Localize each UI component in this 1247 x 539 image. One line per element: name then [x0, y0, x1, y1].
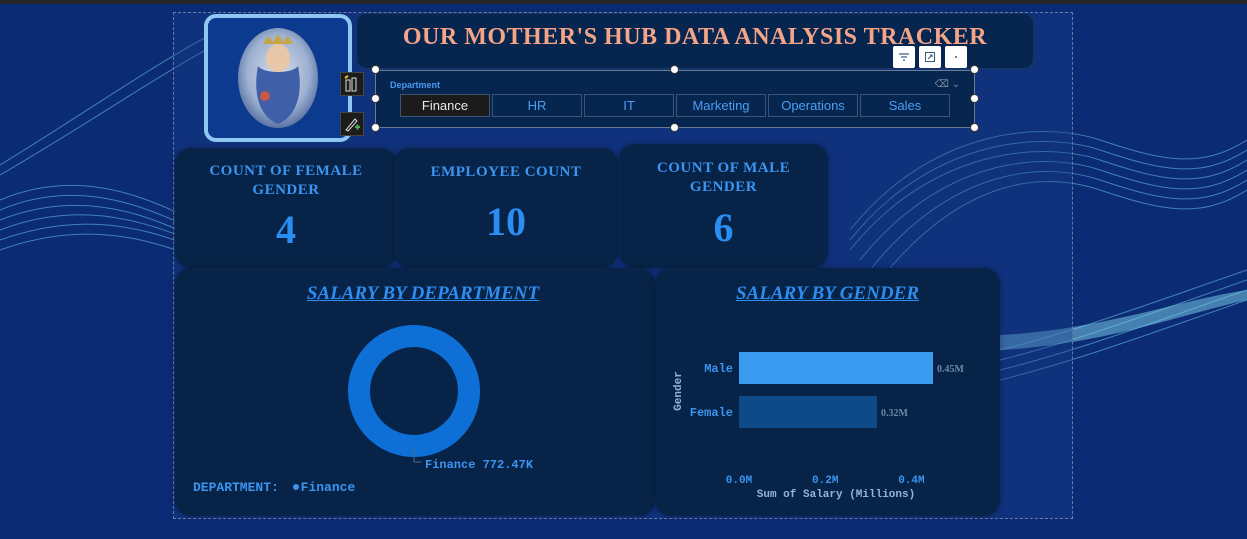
visual-header-icons: [893, 46, 967, 68]
kpi-label: EMPLOYEE COUNT: [430, 164, 582, 180]
donut-slice-label: Finance 772.47K: [425, 458, 534, 472]
kpi-value: 10: [486, 199, 526, 244]
resize-handle[interactable]: [970, 94, 979, 103]
resize-handle[interactable]: [670, 123, 679, 132]
slicer-option-operations[interactable]: Operations: [768, 94, 858, 117]
bar-female[interactable]: [739, 396, 877, 428]
department-slicer: Department ⌫ ⌄ Finance HR IT Marketing O…: [375, 70, 975, 128]
x-tick-label: 0.0M: [726, 475, 753, 487]
kpi-value: 4: [276, 207, 296, 252]
slicer-option-sales[interactable]: Sales: [860, 94, 950, 117]
resize-handle[interactable]: [970, 65, 979, 74]
resize-handle[interactable]: [670, 65, 679, 74]
eraser-icon[interactable]: ⌫: [935, 79, 949, 90]
salary-by-department-card: SALARY BY DEPARTMENT Finance 772.47K DEP…: [175, 268, 655, 516]
category-label: Female: [690, 406, 733, 420]
legend-item-label: Finance: [300, 480, 356, 495]
kpi-value: 6: [713, 205, 734, 250]
resize-handle[interactable]: [371, 65, 380, 74]
y-axis-title: Gender: [673, 371, 685, 411]
x-tick-label: 0.4M: [898, 475, 925, 487]
x-tick-label: 0.2M: [812, 475, 839, 487]
slicer-option-finance[interactable]: Finance: [400, 94, 490, 117]
x-axis-title: Sum of Salary (Millions): [757, 489, 915, 501]
legend-item-finance[interactable]: Finance: [292, 480, 356, 495]
slicer-label: Department: [390, 80, 441, 90]
donut-slice-finance[interactable]: [348, 325, 480, 457]
resize-handle[interactable]: [970, 123, 979, 132]
slicer-option-it[interactable]: IT: [584, 94, 674, 117]
kpi-card-employee: EMPLOYEE COUNT 10: [394, 148, 618, 268]
resize-handle[interactable]: [371, 123, 380, 132]
format-brush-icon[interactable]: [340, 112, 364, 136]
kpi-label: COUNT OF FEMALE GENDER: [209, 163, 363, 198]
slicer-options: Finance HR IT Marketing Operations Sales: [400, 94, 950, 117]
data-label: 0.45M: [937, 364, 965, 375]
bar-chart: Male 0.45M Female 0.32M 0.0M 0.2M 0.4M Sum of S…: [673, 352, 965, 501]
legend-dot: [292, 484, 299, 490]
more-options-icon[interactable]: [945, 46, 967, 68]
kpi-card-male: COUNT OF MALE GENDER 6: [619, 144, 828, 268]
filter-icon[interactable]: [893, 46, 915, 68]
kpi-card-female: COUNT OF FEMALE GENDER 4: [175, 148, 397, 268]
donut-chart: Finance 772.47K: [348, 325, 534, 472]
donut-legend: DEPARTMENT: Finance: [193, 480, 355, 495]
focus-mode-icon[interactable]: [919, 46, 941, 68]
chevron-down-icon[interactable]: ⌄: [952, 79, 960, 90]
kpi-label: COUNT OF MALE GENDER: [656, 160, 791, 195]
visual-table-icon[interactable]: [340, 72, 364, 96]
bar-male[interactable]: [739, 352, 933, 384]
data-label: 0.32M: [881, 408, 909, 419]
slicer-option-hr[interactable]: HR: [492, 94, 582, 117]
resize-handle[interactable]: [371, 94, 380, 103]
legend-title: DEPARTMENT:: [193, 480, 279, 495]
category-label: Male: [704, 362, 733, 376]
slicer-header-icons: ⌫ ⌄: [935, 79, 960, 90]
logo-image: [204, 14, 352, 142]
salary-by-gender-card: SALARY BY GENDER Male 0.45M Female 0.32M 0.0…: [655, 268, 1000, 516]
slicer-option-marketing[interactable]: Marketing: [676, 94, 766, 117]
